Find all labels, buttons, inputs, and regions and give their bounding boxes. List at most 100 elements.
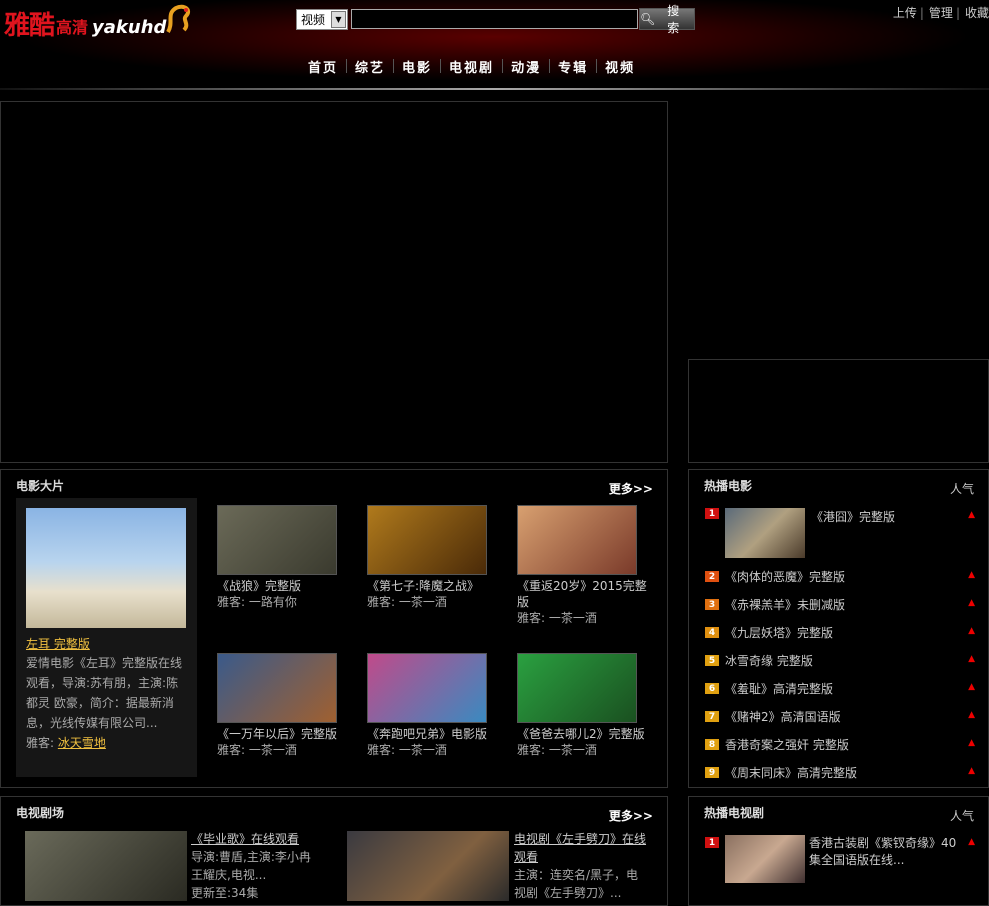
movie-title[interactable]: 《一万年以后》完整版 bbox=[217, 726, 352, 742]
hot-movie-title: 《肉体的恶魔》完整版 bbox=[725, 570, 846, 584]
hot-tv-thumbnail[interactable] bbox=[725, 835, 805, 883]
movie-item[interactable]: 《战狼》完整版 雅客: 一路有你 bbox=[217, 505, 352, 610]
section-header: 热播电视剧 人气 bbox=[689, 797, 988, 825]
trend-up-icon: ▲ bbox=[968, 626, 975, 636]
movie-uploader: 雅客: 一茶一酒 bbox=[367, 743, 447, 757]
featured-movie-poster[interactable] bbox=[26, 508, 186, 628]
trend-up-icon: ▲ bbox=[968, 710, 975, 720]
tv-desc-text: 导演:曹盾,主演:李小冉 王耀庆,电视... bbox=[191, 850, 311, 882]
search-input[interactable] bbox=[351, 9, 638, 29]
upload-link[interactable]: 上传 bbox=[893, 6, 917, 20]
tv-thumbnail[interactable] bbox=[25, 831, 187, 901]
section-title: 热播电视剧 bbox=[704, 806, 765, 820]
tv-desc: 导演:曹盾,主演:李小冉 王耀庆,电视... 更新至:34集 bbox=[191, 848, 319, 902]
site-logo[interactable]: 雅酷 高清 yakuhd bbox=[4, 2, 194, 42]
movie-item[interactable]: 《第七子:降魔之战》 雅客: 一茶一酒 bbox=[367, 505, 502, 610]
movie-thumbnail[interactable] bbox=[367, 505, 487, 575]
movie-thumbnail[interactable] bbox=[517, 505, 637, 575]
tv-thumbnail[interactable] bbox=[347, 831, 509, 901]
side-ad-area[interactable] bbox=[688, 359, 989, 463]
trend-up-icon: ▲ bbox=[968, 510, 975, 520]
popularity-label: 人气 bbox=[949, 482, 974, 496]
uploader-label: 雅客: bbox=[26, 736, 58, 750]
search-icon: 🔍︎ bbox=[640, 12, 656, 26]
hot-movie-title: 《羞耻》高清完整版 bbox=[725, 682, 834, 696]
movie-thumbnail[interactable] bbox=[217, 653, 337, 723]
movie-title[interactable]: 《重返20岁》2015完整版 bbox=[517, 578, 652, 610]
nav-variety[interactable]: 综艺 bbox=[347, 57, 393, 76]
nav-movies[interactable]: 电影 bbox=[394, 57, 440, 76]
nav-albums[interactable]: 专辑 bbox=[550, 57, 596, 76]
movie-thumbnail[interactable] bbox=[367, 653, 487, 723]
logo-text-cn: 雅酷 bbox=[4, 11, 55, 41]
movie-thumbnail[interactable] bbox=[217, 505, 337, 575]
movie-title[interactable]: 《奔跑吧兄弟》电影版 bbox=[367, 726, 502, 742]
movie-item[interactable]: 《重返20岁》2015完整版 雅客: 一茶一酒 bbox=[517, 505, 652, 626]
trend-up-icon: ▲ bbox=[968, 837, 975, 847]
tv-title[interactable]: 《毕业歌》在线观看 bbox=[191, 830, 341, 848]
search-type-value: 视频 bbox=[301, 12, 326, 27]
hot-movie-item[interactable]: 8 香港奇案之强奸 完整版 ▲ bbox=[705, 736, 975, 753]
trend-up-icon: ▲ bbox=[968, 570, 975, 580]
featured-movie: 左耳 完整版 爱情电影《左耳》完整版在线观看，导演:苏有朋，主演:陈都灵 欧豪，… bbox=[16, 498, 197, 777]
movie-item[interactable]: 《一万年以后》完整版 雅客: 一茶一酒 bbox=[217, 653, 352, 758]
movie-title[interactable]: 《爸爸去哪儿2》完整版 bbox=[517, 726, 652, 742]
movie-uploader: 雅客: 一茶一酒 bbox=[517, 611, 597, 625]
search-button[interactable]: 🔍︎ 搜索 bbox=[639, 4, 695, 35]
trend-up-icon: ▲ bbox=[968, 766, 975, 776]
movie-uploader: 雅客: 一茶一酒 bbox=[367, 595, 447, 609]
hot-movie-title: 《周末同床》高清完整版 bbox=[725, 766, 858, 780]
hot-tv-item[interactable]: 1 香港古装剧《紫钗奇缘》40集全国语版在线... ▲ bbox=[705, 835, 975, 883]
movie-thumbnail[interactable] bbox=[517, 653, 637, 723]
hot-movie-thumbnail[interactable] bbox=[725, 508, 805, 558]
hot-movies-section: 热播电影 人气 1 《港囧》完整版 ▲ 2 《肉体的恶魔》完整版 ▲ 3 《赤裸羔羊》未删减版… bbox=[688, 469, 989, 788]
logo-text-en: yakuhd bbox=[92, 17, 167, 38]
hot-movie-title: 冰雪奇缘 完整版 bbox=[725, 654, 813, 668]
movie-uploader: 雅客: 一路有你 bbox=[217, 595, 297, 609]
divider: | bbox=[955, 6, 960, 20]
rank-badge: 2 bbox=[705, 571, 719, 582]
movies-section: 电影大片 更多>> 左耳 完整版 爱情电影《左耳》完整版在线观看，导演:苏有朋，… bbox=[0, 469, 668, 788]
movie-item[interactable]: 《奔跑吧兄弟》电影版 雅客: 一茶一酒 bbox=[367, 653, 502, 758]
rank-badge: 5 bbox=[705, 655, 719, 666]
section-header: 电影大片 更多>> bbox=[1, 470, 667, 498]
hot-movie-item[interactable]: 7 《赌神2》高清国语版 ▲ bbox=[705, 708, 975, 725]
hot-movie-item[interactable]: 4 《九层妖塔》完整版 ▲ bbox=[705, 624, 975, 641]
movie-item[interactable]: 《爸爸去哪儿2》完整版 雅客: 一茶一酒 bbox=[517, 653, 652, 758]
logo-text-hd: 高清 bbox=[56, 18, 89, 37]
top-links: 上传 | 管理 | 收藏 bbox=[891, 4, 989, 21]
section-header: 电视剧场 更多>> bbox=[1, 797, 667, 825]
rank-badge: 1 bbox=[705, 508, 719, 519]
hot-movie-item[interactable]: 5 冰雪奇缘 完整版 ▲ bbox=[705, 652, 975, 669]
hot-movie-item[interactable]: 1 《港囧》完整版 ▲ bbox=[705, 508, 975, 558]
search-type-select[interactable]: 视频 ▼ bbox=[296, 8, 348, 30]
tv-desc: 主演：连奕名/黑子，电视剧《左手劈刀》... bbox=[514, 868, 639, 900]
trend-up-icon: ▲ bbox=[968, 682, 975, 692]
movie-title[interactable]: 《战狼》完整版 bbox=[217, 578, 352, 594]
nav-videos[interactable]: 视频 bbox=[597, 57, 643, 76]
more-link[interactable]: 更多>> bbox=[609, 480, 653, 497]
hot-movie-item[interactable]: 2 《肉体的恶魔》完整版 ▲ bbox=[705, 568, 975, 585]
tv-title[interactable]: 电视剧《左手劈刀》在线观看 bbox=[514, 830, 654, 866]
section-header: 热播电影 人气 bbox=[689, 470, 988, 498]
rank-badge: 7 bbox=[705, 711, 719, 722]
banner-area[interactable] bbox=[0, 101, 668, 463]
manage-link[interactable]: 管理 bbox=[929, 6, 953, 20]
movie-title[interactable]: 《第七子:降魔之战》 bbox=[367, 578, 502, 594]
nav-anime[interactable]: 动漫 bbox=[503, 57, 549, 76]
site-header: 雅酷 高清 yakuhd 视频 ▼ 🔍︎ 搜索 上传 | 管理 | 收藏 首页 综艺 电… bbox=[0, 0, 989, 92]
featured-movie-title[interactable]: 左耳 完整版 bbox=[26, 635, 90, 652]
featured-movie-desc-text: 爱情电影《左耳》完整版在线观看，导演:苏有朋，主演:陈都灵 欧豪，简介：据最新消… bbox=[26, 656, 183, 730]
uploader-link[interactable]: 冰天雪地 bbox=[58, 736, 106, 750]
hot-movie-item[interactable]: 6 《羞耻》高清完整版 ▲ bbox=[705, 680, 975, 697]
rank-badge: 9 bbox=[705, 767, 719, 778]
nav-home[interactable]: 首页 bbox=[300, 57, 346, 76]
featured-movie-desc: 爱情电影《左耳》完整版在线观看，导演:苏有朋，主演:陈都灵 欧豪，简介：据最新消… bbox=[26, 653, 190, 753]
chevron-down-icon[interactable]: ▼ bbox=[331, 10, 346, 28]
hot-movie-item[interactable]: 9 《周末同床》高清完整版 ▲ bbox=[705, 764, 975, 781]
main-nav: 首页 综艺 电影 电视剧 动漫 专辑 视频 bbox=[300, 57, 643, 76]
more-link[interactable]: 更多>> bbox=[609, 807, 653, 824]
hot-movie-item[interactable]: 3 《赤裸羔羊》未删减版 ▲ bbox=[705, 596, 975, 613]
favorites-link[interactable]: 收藏 bbox=[965, 6, 989, 20]
nav-tv[interactable]: 电视剧 bbox=[441, 57, 502, 76]
